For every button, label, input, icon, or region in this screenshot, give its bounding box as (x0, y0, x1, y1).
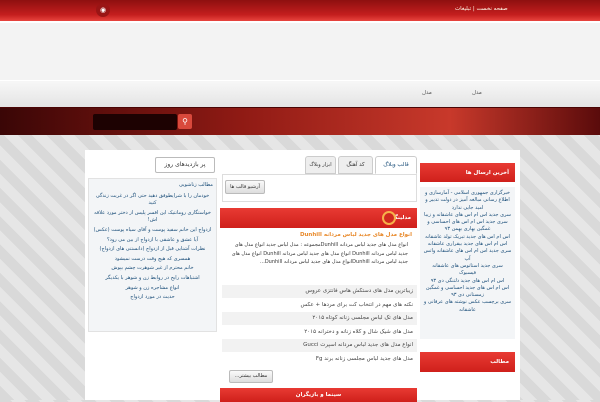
latest-posts-header: آخرین ارسال ها (420, 163, 515, 182)
top-bar (0, 0, 600, 21)
latest-posts-list: خبرگزاری جمهوری اسلامی - آمارسازی و اطلا… (420, 187, 515, 339)
nav-item[interactable]: مدل (472, 90, 482, 96)
popular-post-link[interactable]: همسری که هیچ وقت درست نمیشود (92, 256, 213, 264)
latest-post-link[interactable]: اس ام اس های جدید دلتنگی دی ۹۳ (423, 278, 512, 285)
post-excerpt: انواع مدل های جدید لباس مردانه Dunhillمج… (231, 242, 408, 265)
more-posts-button[interactable]: مطالب بیشتر... (229, 370, 273, 383)
list-item[interactable]: مدل های تک لباس مجلسی زنانه کوتاه ۲۰۱۵ (222, 312, 417, 326)
popular-post-link[interactable]: مطالب زناشویی (92, 182, 213, 190)
list-item[interactable]: مدل های شیک شال و کلاه زنانه و دخترانه ۲… (222, 325, 417, 339)
modeling-header: مدلینگ (220, 208, 417, 228)
search-button[interactable]: ⚲ (178, 114, 192, 129)
latest-post-link[interactable]: اس ام اس های جدید احساسی و غمگین زمستانی… (423, 285, 512, 300)
latest-post-link[interactable]: سری برچسب عکس نوشته های عرفانی و عاشقانه (423, 299, 512, 314)
latest-post-link[interactable]: سری جدید اس ام اس های عاشقانه واتس آپ (423, 248, 512, 263)
popular-post-link[interactable]: خانم محترم از غیر شوهرت چشم بپوش (92, 265, 213, 273)
post-title-link[interactable]: انواع مدل های جدید لباس مردانه Dunhill (225, 232, 412, 238)
search-band (0, 107, 600, 135)
popular-today-title: پر بازدیدهای روز (155, 157, 215, 173)
tab-template[interactable]: قالب وبلاگ (375, 156, 417, 174)
category-ring-icon (382, 211, 397, 225)
rss-icon[interactable]: ◉ (96, 3, 110, 17)
latest-post-link[interactable]: سری جدید اس ام اس های عاشقانه و زیبا (423, 212, 512, 219)
nav-item[interactable]: مدل (422, 90, 432, 96)
popular-post-link[interactable]: خواستگاری رومانتیک این افسر پلیس از دختر… (92, 210, 213, 225)
site-header (0, 21, 600, 80)
posts-header: مطالب (420, 352, 515, 372)
search-input[interactable] (93, 114, 177, 130)
list-item[interactable]: انواع مدل های جدید لباس مردانه اسپرت Guc… (222, 339, 417, 353)
popular-post-link[interactable]: حدیث در مورد ازدواج (92, 294, 213, 302)
latest-post-link[interactable]: خبرگزاری جمهوری اسلامی - آمارسازی و اطلا… (423, 190, 512, 212)
popular-post-link[interactable]: اشتباهات رایج در روابط زن و شوهر با یکدی… (92, 275, 213, 283)
latest-post-link[interactable]: سری جدید استاتوس های عاشقانه فیسبوک (423, 263, 512, 278)
list-item[interactable]: نکته های مهم در انتخاب کت برای مردها + ع… (222, 298, 417, 312)
modeling-list: زیباترین مدل های دستکش هاس فانتزی عروس نک… (222, 285, 417, 366)
cinema-title: سینما و بازیگران (295, 392, 342, 398)
search-icon: ⚲ (182, 117, 188, 126)
popular-list: مطالب زناشویی خودمان را با شرایطوفق دهید … (88, 178, 217, 332)
nav-bar (0, 80, 600, 107)
popular-post-link[interactable]: خودمان را با شرایطوفق دهید حتی اگر در غر… (92, 193, 213, 208)
posts-title: مطالب (490, 359, 509, 365)
template-archive-button[interactable]: آرشیو قالب ها (225, 180, 265, 194)
list-item[interactable]: مدل های جدید لباس مجلسی زنانه برند Fg (222, 352, 417, 366)
popular-post-link[interactable]: نظرات آشنایی قبل از ازدواج (دانستنی های … (92, 246, 213, 254)
popular-post-link[interactable]: آیا عشق و عاشقی با ازدواج از بین می رود؟ (92, 237, 213, 245)
latest-post-link[interactable]: سری جدید اس ام اس های احساسی و غمگین بها… (423, 219, 512, 234)
popular-post-link[interactable]: انواع مشاجره زن و شوهر (92, 285, 213, 293)
latest-post-link[interactable]: اس ام اس های جدید بیقراری عاشقانه (423, 241, 512, 248)
list-item[interactable]: زیباترین مدل های دستکش هاس فانتزی عروس (222, 285, 417, 299)
top-links[interactable]: صفحه نخست | تبلیغات (455, 6, 508, 12)
latest-post-link[interactable]: اس ام اس های جدید تبریک تولد عاشقانه (423, 234, 512, 241)
latest-posts-title: آخرین ارسال ها (465, 169, 509, 176)
tab-music-code[interactable]: کد آهنگ (338, 156, 373, 174)
tab-blog-tools[interactable]: ابزار وبلاگ نویسی (305, 156, 336, 184)
popular-post-link[interactable]: ازدواج این خانم سفید پوست و آقای سیاه پو… (92, 227, 213, 235)
